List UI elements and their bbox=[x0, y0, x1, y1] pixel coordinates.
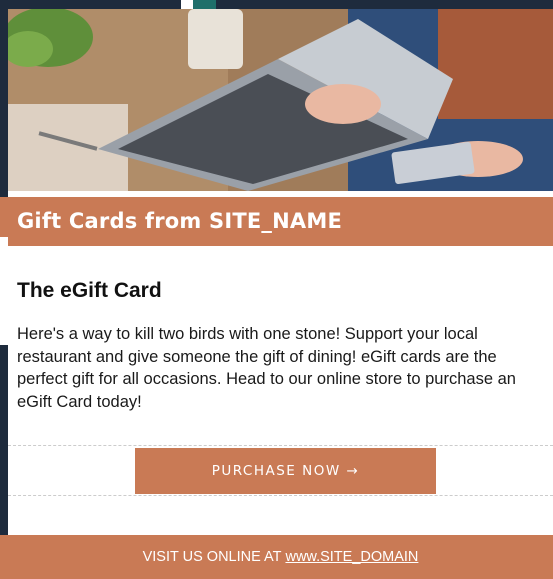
purchase-now-button[interactable]: PURCHASE NOW → bbox=[135, 448, 436, 494]
divider-top bbox=[8, 445, 553, 446]
footer: VISIT US ONLINE AT www.SITE_DOMAIN bbox=[8, 535, 553, 579]
site-domain-link[interactable]: www.SITE_DOMAIN bbox=[285, 549, 418, 565]
body-paragraph: Here's a way to kill two birds with one … bbox=[17, 325, 516, 411]
divider-bottom bbox=[8, 495, 553, 496]
top-tab-white bbox=[181, 0, 193, 9]
hero-image bbox=[8, 9, 553, 191]
hero-illustration bbox=[8, 9, 553, 191]
email-card: Gift Cards from SITE_NAME The eGift Card… bbox=[8, 9, 553, 579]
footer-prefix: VISIT US ONLINE AT bbox=[142, 549, 282, 565]
top-tab-teal bbox=[193, 0, 216, 9]
section-heading: The eGift Card bbox=[17, 279, 162, 302]
banner-title: Gift Cards from SITE_NAME bbox=[8, 197, 553, 246]
top-background bbox=[0, 0, 553, 9]
footer-edge bbox=[0, 535, 8, 579]
banner-edge bbox=[0, 197, 8, 237]
left-edge bbox=[0, 237, 8, 345]
